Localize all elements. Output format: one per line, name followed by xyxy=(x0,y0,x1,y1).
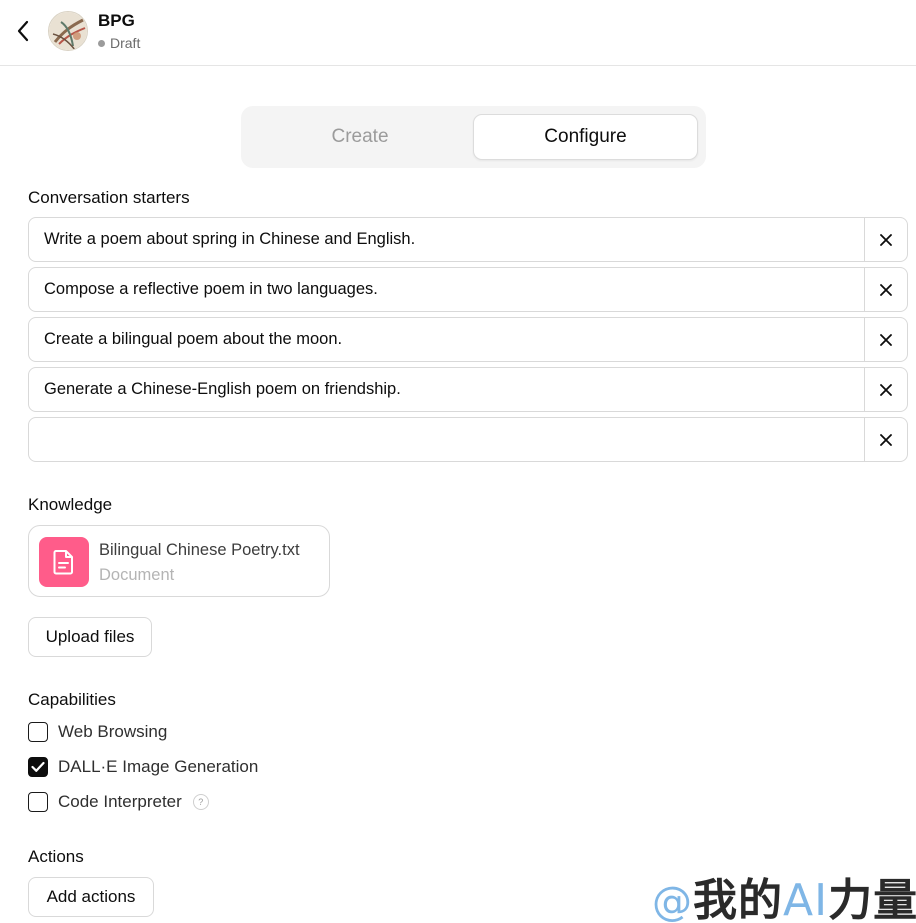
close-icon xyxy=(880,433,892,446)
watermark-text-2: 力量 xyxy=(828,875,916,923)
remove-starter-button[interactable] xyxy=(864,368,907,411)
watermark-text-1: 我的 xyxy=(693,875,783,923)
conversation-starters-label-wrap: Conversation starters xyxy=(28,186,428,206)
remove-starter-button[interactable] xyxy=(864,318,907,361)
upload-files-button[interactable]: Upload files xyxy=(28,617,152,657)
knowledge-label: Knowledge xyxy=(28,495,113,514)
starter-field[interactable]: Compose a reflective poem in two languag… xyxy=(28,267,908,312)
capability-label: Web Browsing xyxy=(58,722,168,741)
starter-text[interactable]: Create a bilingual poem about the moon. xyxy=(44,318,342,361)
gpt-avatar[interactable] xyxy=(48,11,88,51)
watermark-ai: AI xyxy=(783,875,829,923)
add-actions-button[interactable]: Add actions xyxy=(28,877,154,917)
watermark: @我的AI力量 xyxy=(652,864,916,923)
chevron-left-icon xyxy=(17,20,29,42)
remove-starter-button[interactable] xyxy=(864,268,907,311)
back-button[interactable] xyxy=(10,16,36,46)
editor-header: BPG Draft xyxy=(0,0,916,66)
close-icon xyxy=(880,333,892,346)
capability-code-interpreter[interactable]: Code Interpreter ? xyxy=(28,791,209,813)
starter-text[interactable]: Generate a Chinese-English poem on frien… xyxy=(44,368,401,411)
mode-tabs: Create Configure xyxy=(241,106,706,168)
capability-label: DALL·E Image Generation xyxy=(58,757,259,776)
watermark-at: @ xyxy=(652,879,693,923)
gpt-title: BPG xyxy=(98,11,135,30)
capability-dalle[interactable]: DALL·E Image Generation xyxy=(28,756,258,778)
web-browsing-checkbox[interactable] xyxy=(28,722,48,742)
code-interpreter-checkbox[interactable] xyxy=(28,792,48,812)
status-dot-icon xyxy=(98,39,105,47)
checkmark-icon xyxy=(31,761,45,772)
remove-starter-button[interactable] xyxy=(864,218,907,261)
starter-text[interactable]: Write a poem about spring in Chinese and… xyxy=(44,218,415,261)
file-type: Document xyxy=(99,566,175,584)
dalle-checkbox[interactable] xyxy=(28,757,48,777)
file-name: Bilingual Chinese Poetry.txt xyxy=(99,541,300,559)
starter-text[interactable]: Compose a reflective poem in two languag… xyxy=(44,268,378,311)
close-icon xyxy=(880,233,892,246)
starter-field[interactable]: Create a bilingual poem about the moon. xyxy=(28,317,908,362)
capabilities-label: Capabilities xyxy=(28,690,116,709)
close-icon xyxy=(880,383,892,396)
starter-field[interactable]: Write a poem about spring in Chinese and… xyxy=(28,217,908,262)
remove-starter-button[interactable] xyxy=(864,418,907,461)
starter-field[interactable]: Generate a Chinese-English poem on frien… xyxy=(28,367,908,412)
conversation-starters-label: Conversation starters xyxy=(28,188,190,206)
capability-web-browsing[interactable]: Web Browsing xyxy=(28,721,167,743)
help-icon[interactable]: ? xyxy=(192,794,209,810)
tab-configure[interactable]: Configure xyxy=(473,114,698,160)
actions-label: Actions xyxy=(28,847,84,866)
tab-create[interactable]: Create xyxy=(249,114,471,160)
status-label: Draft xyxy=(110,35,141,51)
close-icon xyxy=(880,283,892,296)
knowledge-file-card[interactable]: Bilingual Chinese Poetry.txt Document xyxy=(28,525,330,597)
document-icon xyxy=(39,537,89,587)
draft-status: Draft xyxy=(98,35,140,51)
capability-label: Code Interpreter xyxy=(58,792,182,811)
starter-field-empty[interactable] xyxy=(28,417,908,462)
